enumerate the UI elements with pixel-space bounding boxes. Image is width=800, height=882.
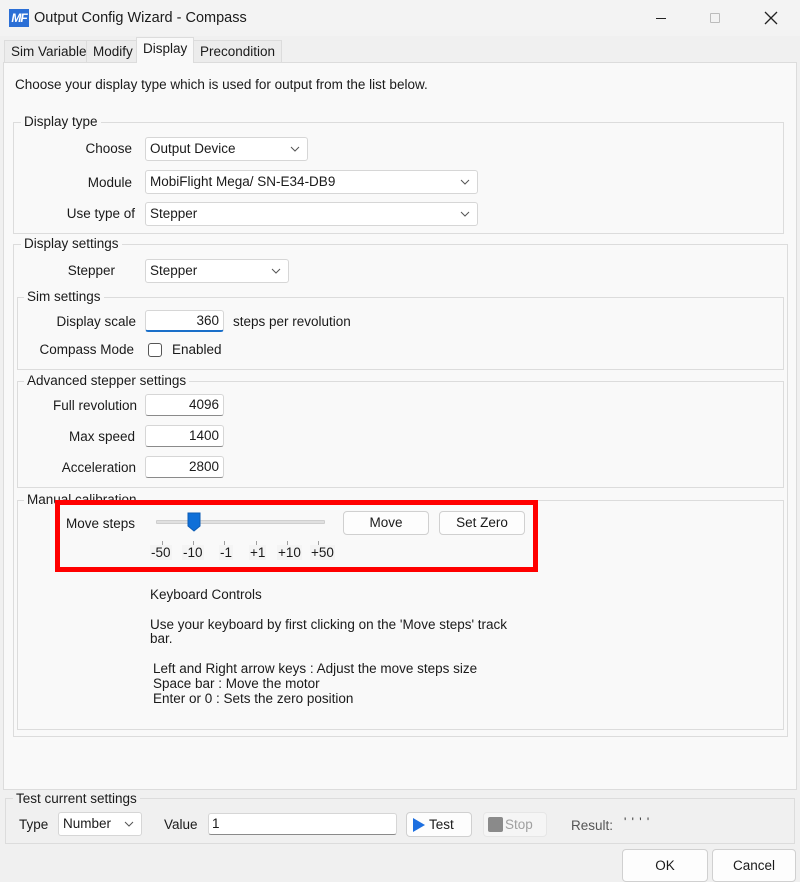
result-value: ' ' ' ' bbox=[624, 815, 651, 829]
use-type-of-dropdown-value: Stepper bbox=[150, 206, 198, 221]
tab-sim-variable[interactable]: Sim Variable bbox=[4, 40, 94, 62]
close-button[interactable] bbox=[748, 0, 794, 36]
cancel-button[interactable]: Cancel bbox=[712, 849, 796, 882]
sim-settings-group bbox=[17, 297, 784, 370]
module-dropdown-value: MobiFlight Mega/ SN-E34-DB9 bbox=[150, 174, 336, 189]
stop-icon bbox=[488, 817, 503, 832]
use-type-of-dropdown[interactable]: Stepper bbox=[145, 202, 478, 226]
test-button[interactable]: Test bbox=[406, 812, 472, 837]
module-label: Module bbox=[87, 175, 132, 190]
keyboard-help-line3: Enter or 0 : Sets the zero position bbox=[153, 691, 354, 706]
stepper-dropdown-value: Stepper bbox=[150, 263, 198, 278]
slider-tick-label: +50 bbox=[310, 545, 335, 560]
chevron-down-icon bbox=[271, 268, 281, 274]
use-type-of-label: Use type of bbox=[66, 206, 135, 221]
chevron-down-icon bbox=[460, 211, 470, 217]
slider-tick-label: -10 bbox=[182, 545, 204, 560]
choose-dropdown-value: Output Device bbox=[150, 141, 236, 156]
test-value-input[interactable]: 1 bbox=[208, 813, 397, 835]
display-scale-input[interactable]: 360 bbox=[145, 310, 224, 332]
display-scale-label: Display scale bbox=[56, 314, 136, 329]
move-steps-slider-track[interactable] bbox=[156, 520, 325, 524]
test-button-label: Test bbox=[429, 817, 454, 832]
move-steps-slider-thumb[interactable] bbox=[187, 512, 201, 532]
stop-button[interactable]: Stop bbox=[483, 812, 547, 837]
chevron-down-icon bbox=[124, 821, 134, 827]
window-title: Output Config Wizard - Compass bbox=[34, 10, 247, 26]
play-icon bbox=[413, 818, 425, 832]
set-zero-button[interactable]: Set Zero bbox=[439, 511, 525, 535]
display-settings-group-label: Display settings bbox=[21, 237, 122, 251]
move-button[interactable]: Move bbox=[343, 511, 429, 535]
stepper-label: Stepper bbox=[67, 263, 115, 278]
slider-tick-label: +1 bbox=[249, 545, 267, 560]
compass-mode-checkbox-label[interactable]: Enabled bbox=[172, 342, 222, 357]
maximize-icon bbox=[710, 13, 720, 23]
test-type-label: Type bbox=[19, 817, 49, 832]
keyboard-intro-line2: bar. bbox=[150, 631, 173, 646]
app-logo-icon: MF bbox=[9, 9, 29, 27]
slider-tick-label: +10 bbox=[277, 545, 302, 560]
sim-settings-group-label: Sim settings bbox=[24, 290, 104, 304]
keyboard-help-line1: Left and Right arrow keys : Adjust the m… bbox=[153, 661, 478, 676]
test-type-dropdown[interactable]: Number bbox=[58, 812, 142, 836]
slider-tick-label: -1 bbox=[219, 545, 234, 560]
display-type-group-label: Display type bbox=[21, 115, 101, 129]
stop-button-label: Stop bbox=[505, 817, 533, 832]
minimize-button[interactable] bbox=[638, 0, 684, 36]
test-settings-group-label: Test current settings bbox=[13, 792, 140, 806]
keyboard-controls-title: Keyboard Controls bbox=[150, 587, 262, 602]
move-steps-label: Move steps bbox=[66, 516, 136, 531]
chevron-down-icon bbox=[460, 179, 470, 185]
keyboard-intro-line1: Use your keyboard by first clicking on t… bbox=[150, 617, 508, 632]
manual-calibration-group-label: Manual calibration bbox=[24, 493, 140, 507]
result-label: Result: bbox=[571, 818, 614, 833]
slider-tick-label: -50 bbox=[150, 545, 172, 560]
choose-label: Choose bbox=[85, 141, 132, 156]
compass-mode-checkbox[interactable] bbox=[148, 343, 162, 357]
tab-modify[interactable]: Modify bbox=[86, 40, 140, 62]
maximize-button[interactable] bbox=[692, 0, 738, 36]
minimize-icon bbox=[656, 17, 666, 19]
max-speed-label: Max speed bbox=[68, 429, 135, 444]
choose-dropdown[interactable]: Output Device bbox=[145, 137, 308, 161]
tab-precondition[interactable]: Precondition bbox=[193, 40, 283, 62]
advanced-stepper-group-label: Advanced stepper settings bbox=[24, 374, 190, 388]
test-type-dropdown-value: Number bbox=[63, 816, 112, 831]
ok-button[interactable]: OK bbox=[622, 849, 708, 882]
chevron-down-icon bbox=[290, 146, 300, 152]
full-revolution-input[interactable]: 4096 bbox=[145, 394, 224, 416]
acceleration-input[interactable]: 2800 bbox=[145, 456, 224, 478]
compass-mode-label: Compass Mode bbox=[39, 342, 134, 357]
acceleration-label: Acceleration bbox=[61, 460, 136, 475]
max-speed-input[interactable]: 1400 bbox=[145, 425, 224, 447]
full-revolution-label: Full revolution bbox=[52, 398, 137, 413]
stepper-dropdown[interactable]: Stepper bbox=[145, 259, 289, 283]
module-dropdown[interactable]: MobiFlight Mega/ SN-E34-DB9 bbox=[145, 170, 478, 194]
test-value-label: Value bbox=[164, 817, 198, 832]
keyboard-help-line2: Space bar : Move the motor bbox=[153, 676, 320, 691]
close-icon bbox=[764, 11, 778, 25]
tab-display[interactable]: Display bbox=[136, 37, 195, 63]
display-scale-suffix: steps per revolution bbox=[233, 314, 351, 329]
intro-text: Choose your display type which is used f… bbox=[15, 77, 428, 92]
